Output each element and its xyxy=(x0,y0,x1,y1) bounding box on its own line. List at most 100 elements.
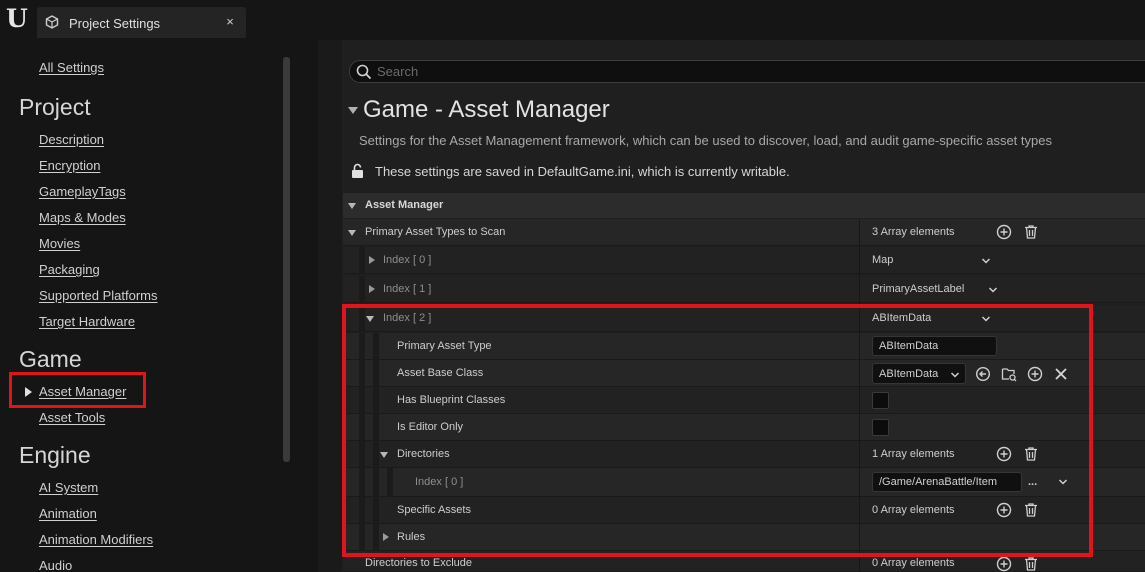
trash-icon[interactable] xyxy=(1023,556,1039,572)
browse-path-button[interactable]: ... xyxy=(1028,476,1037,488)
config-writable-note: These settings are saved in DefaultGame.… xyxy=(375,164,790,179)
sidebar-heading-game: Game xyxy=(19,346,82,372)
sidebar-item-encryption[interactable]: Encryption xyxy=(39,158,100,173)
expand-arrow-icon xyxy=(380,452,388,458)
expand-arrow-icon xyxy=(383,533,389,541)
expand-arrow-icon xyxy=(369,285,375,293)
settings-cube-icon xyxy=(45,15,59,29)
trash-icon[interactable] xyxy=(1023,224,1039,240)
trash-icon[interactable] xyxy=(1023,446,1039,462)
unlocked-icon xyxy=(352,163,363,178)
class-picker-value: ABItemData xyxy=(879,368,939,380)
tab-project-settings[interactable]: Project Settings × xyxy=(37,7,246,38)
expand-arrow-icon xyxy=(348,230,356,236)
sidebar-item-description[interactable]: Description xyxy=(39,132,104,147)
close-tab-button[interactable]: × xyxy=(222,14,238,30)
is-editor-only-checkbox[interactable] xyxy=(872,419,889,436)
property-label: Directories to Exclude xyxy=(365,557,472,569)
expand-arrow-icon xyxy=(366,316,374,322)
array-count: 0 Array elements xyxy=(872,557,955,569)
property-row-primary-asset-type: Primary Asset Type xyxy=(343,333,1145,360)
sidebar-item-animation[interactable]: Animation xyxy=(39,506,97,521)
add-element-icon[interactable] xyxy=(996,224,1012,240)
property-label: Primary Asset Types to Scan xyxy=(365,226,506,238)
sidebar-item-ai-system[interactable]: AI System xyxy=(39,480,98,495)
chevron-down-icon[interactable] xyxy=(981,256,991,266)
property-row-asset-base-class: Asset Base Class xyxy=(343,360,1145,387)
combo-value[interactable]: ABItemData xyxy=(872,312,931,324)
property-row-has-blueprint-classes: Has Blueprint Classes xyxy=(343,387,1145,414)
sidebar-item-animation-modifiers[interactable]: Animation Modifiers xyxy=(39,532,153,547)
expand-arrow-icon xyxy=(348,203,356,209)
property-row-specific-assets: Specific Assets 0 Array elements xyxy=(343,497,1145,524)
property-row-index-1[interactable]: Index [ 1 ] PrimaryAssetLabel xyxy=(343,276,1145,303)
column-divider[interactable] xyxy=(859,219,860,572)
property-label: Rules xyxy=(397,531,426,543)
chevron-down-icon[interactable] xyxy=(981,314,991,324)
index-label: Index [ 2 ] xyxy=(383,312,432,324)
sidebar-scrollbar[interactable] xyxy=(283,57,290,462)
property-row-directory-index-0: Index [ 0 ] xyxy=(343,468,1145,497)
directory-path-field[interactable]: /Game/ArenaBattle/Item xyxy=(872,472,1022,492)
settings-sidebar: All Settings Project Description Encrypt… xyxy=(0,40,318,572)
sidebar-item-gameplaytags[interactable]: GameplayTags xyxy=(39,184,126,199)
property-label: Primary Asset Type xyxy=(397,340,492,352)
property-label: Directories xyxy=(397,448,450,460)
selected-arrow-icon xyxy=(25,387,32,397)
sidebar-item-asset-tools[interactable]: Asset Tools xyxy=(39,410,105,425)
add-element-icon[interactable] xyxy=(996,502,1012,518)
asset-base-class-picker[interactable]: ABItemData xyxy=(872,363,966,384)
page-description: Settings for the Asset Management framew… xyxy=(359,133,1052,148)
property-row-is-editor-only: Is Editor Only xyxy=(343,414,1145,441)
combo-value[interactable]: PrimaryAssetLabel xyxy=(872,283,964,295)
sidebar-item-maps-modes[interactable]: Maps & Modes xyxy=(39,210,126,225)
tab-label: Project Settings xyxy=(69,16,161,31)
unreal-logo-icon[interactable]: U xyxy=(6,6,32,32)
use-selected-icon[interactable] xyxy=(975,366,991,382)
search-placeholder: Search xyxy=(377,64,419,79)
property-label: Specific Assets xyxy=(397,504,471,516)
index-label: Index [ 1 ] xyxy=(383,283,432,295)
add-element-icon[interactable] xyxy=(996,556,1012,572)
category-label: Asset Manager xyxy=(365,199,444,211)
expand-arrow-icon xyxy=(369,256,375,264)
add-icon[interactable] xyxy=(1027,366,1043,382)
property-row-rules[interactable]: Rules xyxy=(343,524,1145,551)
property-label: Has Blueprint Classes xyxy=(397,394,506,406)
primary-asset-type-field[interactable]: ABItemData xyxy=(872,336,997,356)
sidebar-heading-engine: Engine xyxy=(19,442,91,468)
search-input[interactable]: Search xyxy=(349,60,1145,83)
sidebar-item-all-settings[interactable]: All Settings xyxy=(39,60,104,75)
sidebar-item-movies[interactable]: Movies xyxy=(39,236,80,251)
has-blueprint-classes-checkbox[interactable] xyxy=(872,392,889,409)
clear-icon[interactable] xyxy=(1053,366,1069,382)
title-bar: U Project Settings × xyxy=(0,0,1145,40)
index-label: Index [ 0 ] xyxy=(415,476,464,488)
browse-folder-icon[interactable] xyxy=(1001,366,1017,382)
property-label: Is Editor Only xyxy=(397,421,464,433)
collapse-section-icon[interactable] xyxy=(348,107,358,114)
property-row-primary-asset-types[interactable]: Primary Asset Types to Scan 3 Array elem… xyxy=(343,219,1145,246)
sidebar-heading-project: Project xyxy=(19,94,91,120)
sidebar-item-audio[interactable]: Audio xyxy=(39,558,72,572)
sidebar-item-target-hardware[interactable]: Target Hardware xyxy=(39,314,135,329)
property-row-directories[interactable]: Directories 1 Array elements xyxy=(343,441,1145,468)
index-label: Index [ 0 ] xyxy=(383,254,432,266)
trash-icon[interactable] xyxy=(1023,502,1039,518)
property-row-index-0[interactable]: Index [ 0 ] Map xyxy=(343,247,1145,274)
page-title: Game - Asset Manager xyxy=(363,96,610,123)
chevron-down-icon[interactable] xyxy=(1058,477,1068,487)
combo-value[interactable]: Map xyxy=(872,254,893,266)
sidebar-item-supported-platforms[interactable]: Supported Platforms xyxy=(39,288,158,303)
array-count: 0 Array elements xyxy=(872,504,955,516)
sidebar-item-packaging[interactable]: Packaging xyxy=(39,262,100,277)
property-row-directories-to-exclude[interactable]: Directories to Exclude 0 Array elements xyxy=(343,551,1145,572)
search-icon xyxy=(356,64,372,80)
category-asset-manager[interactable]: Asset Manager xyxy=(343,193,1145,218)
property-row-index-2[interactable]: Index [ 2 ] ABItemData xyxy=(343,305,1145,332)
array-count: 1 Array elements xyxy=(872,448,955,460)
sidebar-item-asset-manager[interactable]: Asset Manager xyxy=(39,384,126,399)
property-label: Asset Base Class xyxy=(397,367,484,379)
chevron-down-icon[interactable] xyxy=(988,285,998,295)
add-element-icon[interactable] xyxy=(996,446,1012,462)
